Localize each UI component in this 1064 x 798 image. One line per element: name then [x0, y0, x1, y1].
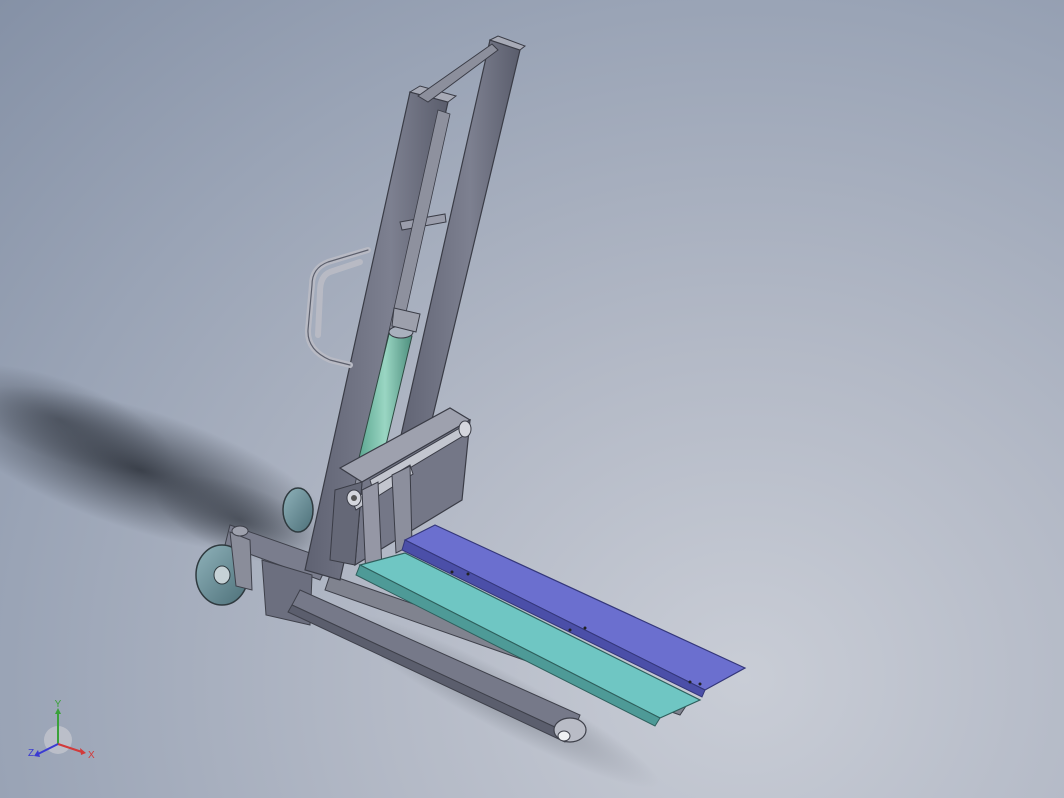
z-axis-label: Z [28, 748, 34, 759]
stacker-model[interactable] [0, 0, 1064, 798]
front-roller[interactable] [553, 717, 587, 743]
x-axis-label: X [88, 750, 95, 761]
view-orientation-triad[interactable]: Y X Z [26, 700, 96, 770]
graphics-viewport[interactable]: Y X Z [0, 0, 1064, 798]
x-axis-arrow [80, 748, 86, 755]
y-axis-label: Y [55, 700, 62, 710]
rear-wheel-right[interactable] [282, 487, 314, 533]
